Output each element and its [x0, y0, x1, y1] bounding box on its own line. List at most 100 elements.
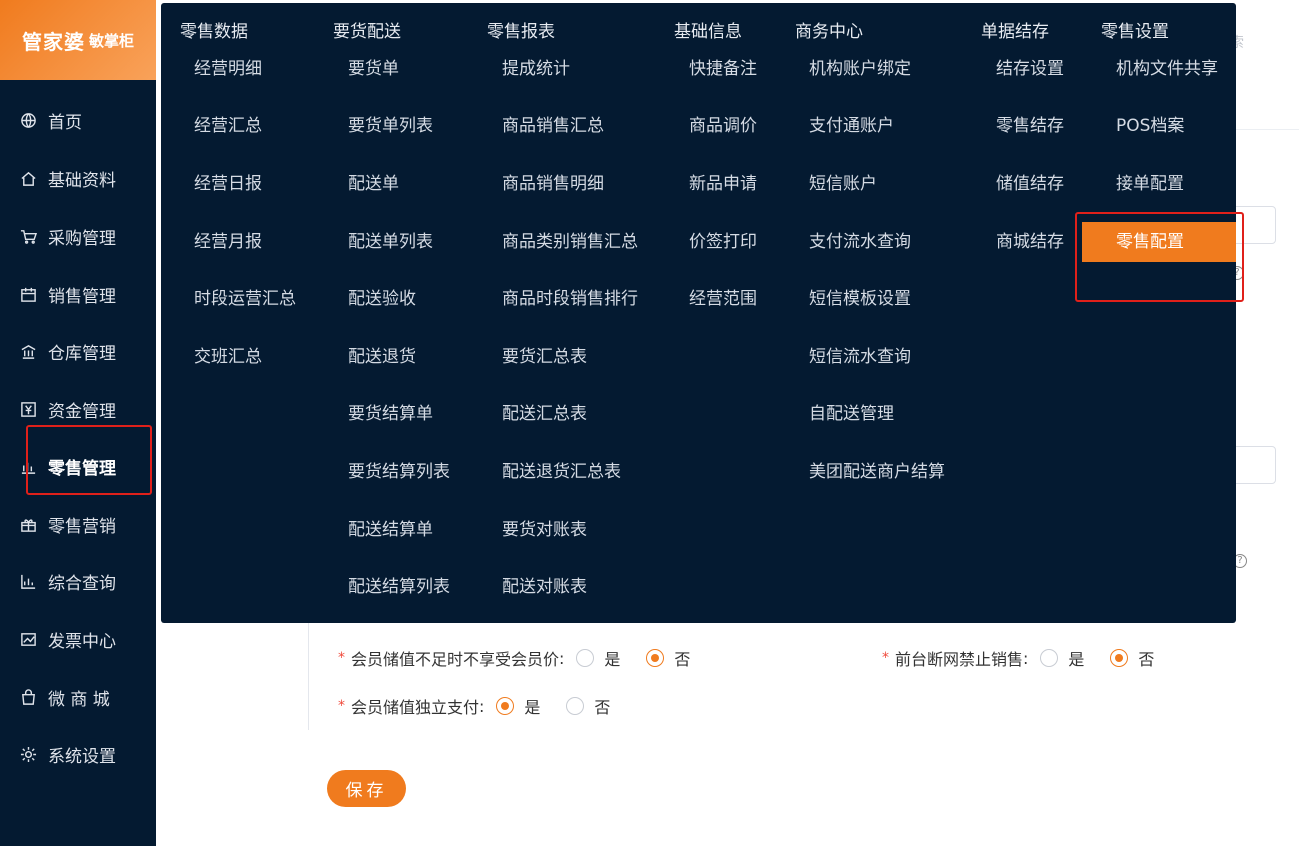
- sidebar-item-label: 发票中心: [48, 631, 116, 652]
- setting-row: * 会员储值独立支付: 是 否: [338, 694, 610, 718]
- menu-item[interactable]: 商品销售明细: [502, 164, 604, 204]
- menu-item[interactable]: 经营日报: [194, 164, 262, 204]
- logo-text: 管家婆: [21, 29, 85, 54]
- menu-item[interactable]: 机构账户绑定: [809, 49, 911, 89]
- menu-item[interactable]: 要货对账表: [502, 510, 587, 550]
- radio-yes[interactable]: 是: [496, 694, 540, 718]
- divider: [308, 622, 309, 730]
- menu-item[interactable]: 商品时段销售排行: [502, 279, 638, 319]
- sidebar-item[interactable]: 销售管理: [0, 274, 156, 314]
- radio-no[interactable]: 否: [566, 694, 610, 718]
- menu-item[interactable]: 短信模板设置: [809, 279, 911, 319]
- cart-icon: [19, 227, 37, 245]
- menu-item[interactable]: 配送退货汇总表: [502, 452, 621, 492]
- gift-icon: [19, 515, 37, 533]
- setting-row: * 前台断网禁止销售: 是 否: [882, 646, 1154, 670]
- menu-item[interactable]: 商品类别销售汇总: [502, 222, 638, 262]
- menu-item[interactable]: 价签打印: [689, 222, 757, 262]
- menu-item[interactable]: 储值结存: [996, 164, 1064, 204]
- menu-item[interactable]: 要货结算列表: [348, 452, 450, 492]
- sidebar-item-label: 综合查询: [48, 573, 116, 594]
- radio-yes[interactable]: 是: [576, 646, 620, 670]
- sidebar-item-label: 基础资料: [48, 170, 116, 191]
- menu-item[interactable]: 要货结算单: [348, 394, 433, 434]
- menu-item[interactable]: 要货汇总表: [502, 337, 587, 377]
- sidebar-item[interactable]: 零售营销: [0, 504, 156, 544]
- menu-item[interactable]: 配送单列表: [348, 222, 433, 262]
- menu-item[interactable]: 配送退货: [348, 337, 416, 377]
- menu-item[interactable]: 配送汇总表: [502, 394, 587, 434]
- sidebar-item[interactable]: 首页: [0, 100, 156, 140]
- setting-label: 前台断网禁止销售: [895, 650, 1024, 669]
- sidebar-item[interactable]: 综合查询: [0, 561, 156, 601]
- menu-item[interactable]: 机构文件共享: [1116, 49, 1218, 89]
- sidebar-item-label: 销售管理: [48, 286, 116, 307]
- menu-item[interactable]: 零售结存: [996, 106, 1064, 146]
- menu-item[interactable]: 要货单列表: [348, 106, 433, 146]
- radio-no[interactable]: 否: [646, 646, 690, 670]
- trend-icon: [19, 630, 37, 648]
- menu-item[interactable]: 配送对账表: [502, 567, 587, 607]
- sidebar: 管家婆 敏掌柜 首页 基础资料 采购管理 销售管理 仓库管理 资金管理 零售管理 零售营销 综合…: [0, 0, 156, 846]
- app-logo[interactable]: 管家婆 敏掌柜: [0, 0, 156, 80]
- sidebar-item[interactable]: 微 商 城: [0, 677, 156, 717]
- menu-item[interactable]: 经营汇总: [194, 106, 262, 146]
- input-field[interactable]: [1230, 446, 1276, 484]
- sidebar-item-label: 微 商 城: [48, 689, 110, 710]
- menu-item[interactable]: 经营范围: [689, 279, 757, 319]
- menu-item[interactable]: 配送单: [348, 164, 399, 204]
- radio-no[interactable]: 否: [1110, 646, 1154, 670]
- menu-item[interactable]: 配送结算列表: [348, 567, 450, 607]
- sidebar-item[interactable]: 仓库管理: [0, 331, 156, 371]
- sidebar-item[interactable]: 系统设置: [0, 734, 156, 774]
- menu-item[interactable]: 商品销售汇总: [502, 106, 604, 146]
- menu-item[interactable]: 短信流水查询: [809, 337, 911, 377]
- menu-category: 零售报表: [487, 22, 555, 42]
- menu-item[interactable]: 时段运营汇总: [194, 279, 296, 319]
- menu-item[interactable]: 要货单: [348, 49, 399, 89]
- menu-item[interactable]: 快捷备注: [689, 49, 757, 89]
- menu-item[interactable]: 配送验收: [348, 279, 416, 319]
- sidebar-item[interactable]: 资金管理: [0, 389, 156, 429]
- chart-icon: [19, 572, 37, 590]
- bag-icon: [19, 688, 37, 706]
- menu-item[interactable]: 支付通账户: [809, 106, 894, 146]
- sidebar-item-label: 零售营销: [48, 516, 116, 537]
- menu-item[interactable]: 短信账户: [809, 164, 877, 204]
- menu-item[interactable]: 提成统计: [502, 49, 570, 89]
- bank-icon: [19, 342, 37, 360]
- menu-item[interactable]: 新品申请: [689, 164, 757, 204]
- menu-item[interactable]: 商品调价: [689, 106, 757, 146]
- menu-category: 商务中心: [795, 22, 863, 42]
- menu-category: 零售数据: [180, 22, 248, 42]
- logo-subtext: 敏掌柜: [88, 31, 134, 50]
- radio-yes[interactable]: 是: [1040, 646, 1084, 670]
- menu-item[interactable]: 结存设置: [996, 49, 1064, 89]
- save-button[interactable]: 保存: [327, 770, 406, 807]
- required-mark: *: [338, 698, 345, 714]
- sidebar-item[interactable]: 基础资料: [0, 158, 156, 198]
- menu-item[interactable]: 交班汇总: [194, 337, 262, 377]
- sidebar-item-label: 首页: [48, 112, 82, 133]
- menu-item[interactable]: 美团配送商户结算: [809, 452, 945, 492]
- highlight-box-retail-nav: [26, 425, 152, 495]
- menu-item[interactable]: POS档案: [1116, 106, 1184, 146]
- sidebar-item-label: 资金管理: [48, 401, 116, 422]
- menu-item[interactable]: 配送结算单: [348, 510, 433, 550]
- topbar: [1236, 0, 1299, 130]
- required-mark: *: [338, 650, 345, 666]
- menu-category: 基础信息: [674, 22, 742, 42]
- sidebar-item[interactable]: 采购管理: [0, 216, 156, 256]
- home-icon: [19, 169, 37, 187]
- sidebar-item-label: 采购管理: [48, 228, 116, 249]
- menu-category: 要货配送: [333, 22, 401, 42]
- menu-item[interactable]: 自配送管理: [809, 394, 894, 434]
- sidebar-item[interactable]: 发票中心: [0, 619, 156, 659]
- menu-item[interactable]: 支付流水查询: [809, 222, 911, 262]
- setting-label: 会员储值不足时不享受会员价: [351, 650, 560, 669]
- menu-item[interactable]: 经营明细: [194, 49, 262, 89]
- menu-item[interactable]: 商城结存: [996, 222, 1064, 262]
- menu-item[interactable]: 经营月报: [194, 222, 262, 262]
- menu-item[interactable]: 接单配置: [1116, 164, 1184, 204]
- globe-icon: [19, 111, 37, 129]
